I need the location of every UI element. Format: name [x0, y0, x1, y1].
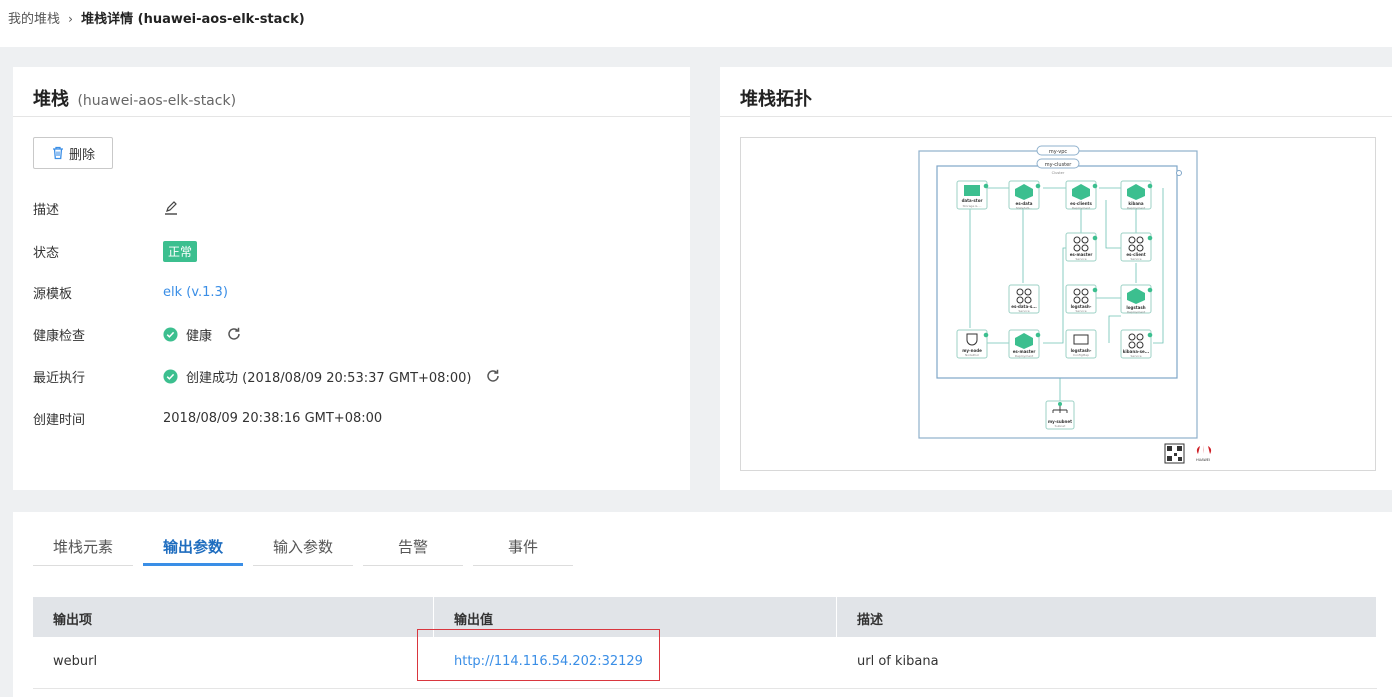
detail-tabs: 堆栈元素 输出参数 输入参数 告警 事件 [33, 532, 583, 568]
vpc-label: my-vpc [1049, 149, 1068, 155]
topology-node[interactable]: es-clients Deployment [1065, 180, 1098, 210]
stack-topology-card: 堆栈拓扑 my-vpc my-cluster Cluster data-stor… [720, 67, 1392, 490]
svg-text:HUAWEI: HUAWEI [1196, 458, 1210, 462]
stack-subtitle: (huawei-aos-elk-stack) [77, 93, 237, 109]
template-label: 源模板 [33, 286, 73, 302]
tab-stack-elements[interactable]: 堆栈元素 [33, 532, 133, 566]
output-item-cell: weburl [53, 654, 98, 669]
stack-info-header: 堆栈 (huawei-aos-elk-stack) [13, 67, 690, 117]
svg-text:Deployment: Deployment [1015, 354, 1034, 358]
last-exec-row: 最近执行 创建成功 (2018/08/09 20:53:37 GMT+08:00… [33, 364, 501, 388]
breadcrumb-current: 堆栈详情 (huawei-aos-elk-stack) [81, 12, 305, 27]
topology-node[interactable]: logstash- ConfigMap [1065, 329, 1097, 359]
check-circle-icon [163, 326, 178, 342]
breadcrumb: 我的堆栈 › 堆栈详情 (huawei-aos-elk-stack) [0, 0, 1392, 47]
topology-node[interactable]: kibana-se... Service [1120, 329, 1153, 359]
refresh-icon[interactable] [485, 368, 501, 384]
svg-text:Service: Service [1075, 309, 1086, 313]
output-value-link[interactable]: http://114.116.54.202:32129 [454, 654, 643, 669]
huawei-logo-icon: HUAWEI [1196, 445, 1212, 462]
tab-events[interactable]: 事件 [473, 532, 573, 566]
cluster-label: my-cluster [1045, 162, 1072, 168]
table-header: 输出项 输出值 描述 [33, 597, 1377, 637]
refresh-icon[interactable] [226, 326, 242, 342]
svg-text:NodePool: NodePool [965, 353, 979, 357]
output-description-cell: url of kibana [857, 654, 939, 669]
topology-node[interactable]: es-client Service [1120, 232, 1153, 262]
qr-code-icon [1164, 443, 1185, 464]
check-circle-icon [163, 368, 178, 384]
svg-text:ConfigMap: ConfigMap [1073, 353, 1089, 357]
svg-text:Service: Service [1130, 257, 1141, 261]
outputs-table: 输出项 输出值 描述 weburl http://114.116.54.202:… [33, 597, 1377, 689]
last-exec-label: 最近执行 [33, 370, 86, 386]
tab-alarms[interactable]: 告警 [363, 532, 463, 566]
tab-outputs[interactable]: 输出参数 [143, 532, 243, 566]
cluster-type: Cluster [1052, 171, 1065, 175]
health-value: 健康 [186, 328, 213, 344]
delete-button[interactable]: 删除 [33, 137, 113, 169]
template-link[interactable]: elk (v.1.3) [163, 285, 228, 300]
description-label: 描述 [33, 202, 60, 218]
topology-node[interactable]: logstash- Service [1065, 284, 1098, 314]
topology-diagram[interactable]: my-vpc my-cluster Cluster data-stor Stor… [740, 137, 1376, 471]
created-row: 创建时间 2018/08/09 20:38:16 GMT+08:00 [33, 406, 382, 430]
details-panel: 堆栈元素 输出参数 输入参数 告警 事件 输出项 输出值 描述 weburl h… [13, 512, 1392, 697]
description-row: 描述 [33, 196, 179, 220]
topology-node[interactable]: es-data StatefulS... [1008, 180, 1041, 210]
header-output-value[interactable]: 输出值 [434, 597, 837, 637]
table-row: weburl http://114.116.54.202:32129 url o… [33, 629, 1377, 689]
status-badge: 正常 [163, 240, 198, 262]
delete-label: 删除 [68, 147, 95, 163]
health-label: 健康检查 [33, 328, 86, 344]
status-row: 状态 正常 [33, 239, 198, 263]
topology-node[interactable]: es-data-s... Service [1008, 284, 1040, 314]
stack-info-card: 堆栈 (huawei-aos-elk-stack) 删除 描述 状态 正常 源模… [13, 67, 690, 490]
created-value: 2018/08/09 20:38:16 GMT+08:00 [163, 410, 383, 426]
last-exec-value: 创建成功 (2018/08/09 20:53:37 GMT+08:00) [186, 370, 472, 386]
health-row: 健康检查 健康 [33, 322, 242, 346]
svg-text:Deployment: Deployment [1127, 310, 1146, 314]
breadcrumb-separator: › [68, 12, 73, 26]
header-output-item[interactable]: 输出项 [33, 597, 434, 637]
topology-node[interactable]: kibana Deployment [1120, 180, 1153, 210]
topology-node[interactable]: logstash Deployment [1120, 284, 1153, 314]
tab-inputs[interactable]: 输入参数 [253, 532, 353, 566]
svg-text:Deployment: Deployment [1072, 206, 1091, 210]
svg-text:Subnet: Subnet [1055, 424, 1066, 428]
breadcrumb-parent[interactable]: 我的堆栈 [8, 12, 60, 27]
svg-text:Service: Service [1018, 309, 1029, 313]
trash-icon [52, 146, 63, 160]
created-label: 创建时间 [33, 412, 86, 428]
stack-title: 堆栈 [33, 89, 69, 110]
topology-title: 堆栈拓扑 [740, 89, 812, 110]
topology-header: 堆栈拓扑 [720, 67, 1392, 117]
template-row: 源模板 elk (v.1.3) [33, 280, 228, 304]
topology-svg: my-vpc my-cluster Cluster data-stor Stor… [918, 145, 1212, 464]
edit-icon[interactable] [163, 200, 179, 216]
topology-node[interactable]: es-master Deployment [1008, 329, 1041, 359]
svg-text:Storage & ...: Storage & ... [963, 204, 982, 208]
topology-node[interactable]: my-subnet Subnet [1045, 400, 1075, 430]
topology-node[interactable]: es-master Service [1065, 232, 1098, 262]
svg-text:Service: Service [1130, 354, 1141, 358]
svg-text:data-stor: data-stor [962, 198, 983, 203]
topology-node[interactable]: my-node NodePool [956, 329, 989, 359]
svg-text:Deployment: Deployment [1127, 206, 1146, 210]
topology-node[interactable]: data-stor Storage & ... [956, 180, 989, 210]
svg-text:Service: Service [1075, 257, 1086, 261]
header-description[interactable]: 描述 [837, 597, 1377, 637]
svg-text:StatefulS...: StatefulS... [1016, 206, 1033, 210]
status-label: 状态 [33, 245, 60, 261]
